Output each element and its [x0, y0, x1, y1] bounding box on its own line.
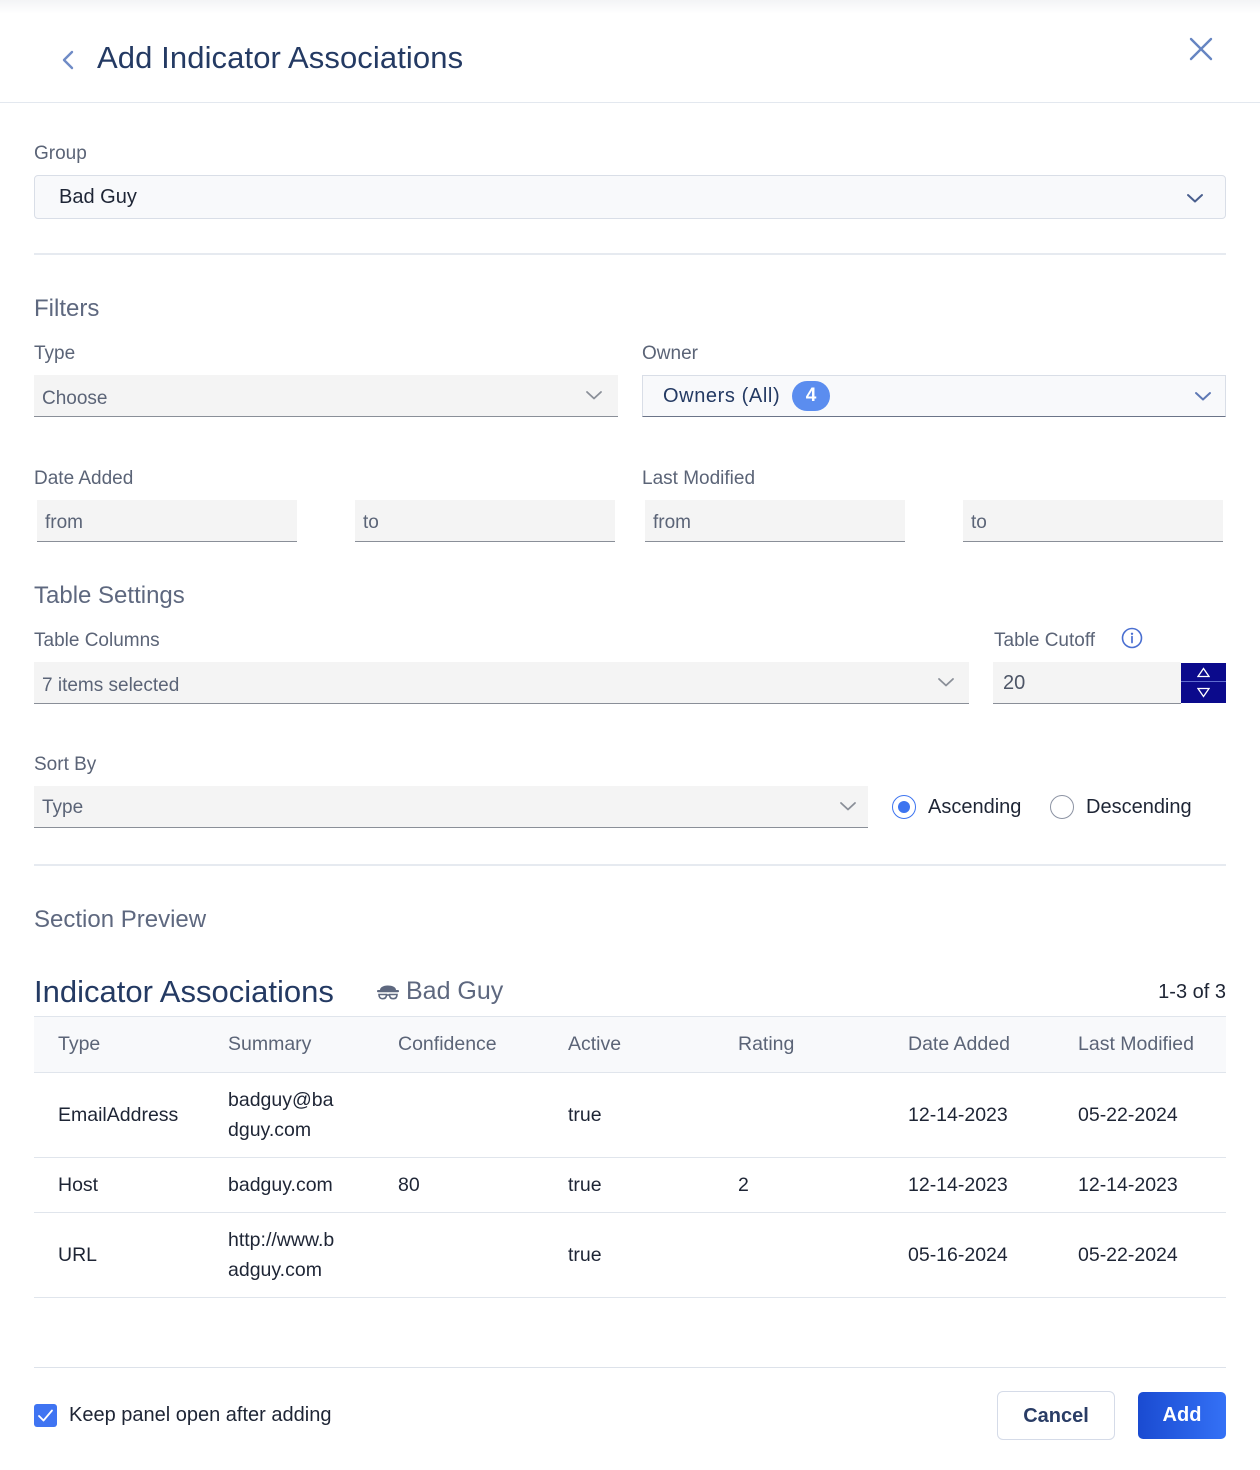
section-divider — [34, 253, 1226, 255]
preview-group-name: Bad Guy — [406, 977, 504, 1005]
column-header-summary[interactable]: Summary — [204, 1016, 374, 1073]
add-button[interactable]: Add — [1138, 1392, 1226, 1439]
date-added-from-placeholder: from — [45, 512, 83, 533]
column-header-confidence[interactable]: Confidence — [374, 1016, 544, 1073]
sort-by-value: Type — [42, 797, 84, 818]
column-header-last-modified[interactable]: Last Modified — [1054, 1016, 1226, 1073]
preview-table-title: Indicator Associations — [34, 974, 334, 1009]
cell-confidence — [374, 1072, 544, 1158]
table-columns-select[interactable]: 7 items selected — [34, 662, 969, 704]
cell-date-added: 12-14-2023 — [884, 1072, 1054, 1158]
section-divider — [34, 864, 1226, 866]
cancel-button[interactable]: Cancel — [997, 1391, 1115, 1440]
last-modified-label: Last Modified — [642, 468, 756, 489]
group-label: Group — [34, 143, 87, 164]
last-modified-from-input[interactable]: from — [645, 500, 905, 542]
table-columns-value: 7 items selected — [42, 675, 180, 696]
last-modified-from-placeholder: from — [653, 512, 691, 533]
sort-by-select[interactable]: Type — [34, 786, 868, 828]
spy-hat-icon — [377, 985, 399, 1000]
table-row[interactable]: URL http://www.badguy.com true 05-16-202… — [34, 1212, 1226, 1298]
cell-rating — [714, 1212, 884, 1298]
cell-active: true — [544, 1212, 714, 1298]
descending-radio[interactable] — [1050, 795, 1074, 819]
column-header-type[interactable]: Type — [34, 1016, 204, 1073]
panel-header: Add Indicator Associations — [0, 0, 1260, 103]
increment-button[interactable] — [1181, 663, 1226, 682]
date-added-label: Date Added — [34, 468, 134, 489]
owner-select-value: Owners (All) — [663, 385, 781, 407]
cell-summary: http://www.badguy.com — [204, 1212, 374, 1298]
last-modified-to-placeholder: to — [971, 512, 987, 533]
cell-type: Host — [34, 1157, 204, 1213]
column-header-rating[interactable]: Rating — [714, 1016, 884, 1073]
cell-type: URL — [34, 1212, 204, 1298]
cell-confidence — [374, 1212, 544, 1298]
cell-active: true — [544, 1072, 714, 1158]
cell-last-modified: 05-22-2024 — [1054, 1212, 1226, 1298]
ascending-label[interactable]: Ascending — [928, 796, 1021, 819]
pagination-info: 1-3 of 3 — [1158, 981, 1226, 1003]
sort-by-label: Sort By — [34, 754, 97, 775]
type-label: Type — [34, 343, 76, 364]
close-icon[interactable] — [1186, 34, 1216, 64]
cell-type: EmailAddress — [34, 1072, 204, 1158]
chevron-down-icon — [1187, 194, 1203, 203]
type-select[interactable]: Choose — [34, 375, 618, 417]
chevron-down-icon — [840, 802, 856, 811]
date-added-to-input[interactable]: to — [355, 500, 615, 542]
cell-summary: badguy@badguy.com — [204, 1072, 374, 1158]
date-added-to-placeholder: to — [363, 512, 379, 533]
group-select[interactable]: Bad Guy — [34, 175, 1226, 219]
date-added-from-input[interactable]: from — [37, 500, 297, 542]
table-row[interactable]: Host badguy.com 80 true 2 12-14-2023 12-… — [34, 1157, 1226, 1213]
table-header-row: Type Summary Confidence Active Rating Da… — [34, 1016, 1226, 1073]
descending-label[interactable]: Descending — [1086, 796, 1192, 819]
filters-title: Filters — [34, 295, 100, 322]
cell-last-modified: 12-14-2023 — [1054, 1157, 1226, 1213]
chevron-down-icon — [938, 678, 954, 687]
table-cutoff-label: Table Cutoff — [994, 630, 1096, 651]
info-icon[interactable] — [1121, 627, 1143, 649]
chevron-down-icon — [586, 391, 602, 400]
type-select-value: Choose — [42, 388, 108, 409]
table-cutoff-stepper[interactable] — [1181, 663, 1226, 703]
cell-confidence: 80 — [374, 1157, 544, 1213]
column-header-active[interactable]: Active — [544, 1016, 714, 1073]
keep-open-checkbox[interactable] — [34, 1404, 57, 1427]
footer-divider — [34, 1367, 1226, 1368]
owner-count-badge: 4 — [792, 381, 830, 411]
cell-last-modified: 05-22-2024 — [1054, 1072, 1226, 1158]
table-row[interactable]: EmailAddress badguy@badguy.com true 12-1… — [34, 1072, 1226, 1158]
table-cutoff-input[interactable]: 20 — [993, 662, 1181, 704]
panel-title: Add Indicator Associations — [97, 40, 464, 75]
table-columns-label: Table Columns — [34, 630, 160, 651]
group-select-value: Bad Guy — [59, 186, 137, 208]
triangle-down-icon — [1197, 687, 1210, 698]
cell-rating: 2 — [714, 1157, 884, 1213]
last-modified-to-input[interactable]: to — [963, 500, 1223, 542]
cell-date-added: 12-14-2023 — [884, 1157, 1054, 1213]
chevron-down-icon — [1195, 392, 1211, 401]
section-preview-title: Section Preview — [34, 906, 207, 933]
cell-summary: badguy.com — [204, 1157, 374, 1213]
cell-active: true — [544, 1157, 714, 1213]
ascending-radio[interactable] — [892, 795, 916, 819]
table-cutoff-value: 20 — [1003, 672, 1026, 694]
triangle-up-icon — [1197, 667, 1210, 678]
cell-rating — [714, 1072, 884, 1158]
keep-open-label[interactable]: Keep panel open after adding — [69, 1404, 331, 1427]
decrement-button[interactable] — [1181, 683, 1226, 702]
column-header-date-added[interactable]: Date Added — [884, 1016, 1054, 1073]
table-settings-title: Table Settings — [34, 582, 185, 609]
cell-date-added: 05-16-2024 — [884, 1212, 1054, 1298]
chevron-left-icon[interactable] — [56, 44, 80, 76]
checkmark-icon — [38, 1409, 53, 1422]
owner-label: Owner — [642, 343, 698, 364]
preview-table: Type Summary Confidence Active Rating Da… — [34, 1016, 1226, 1298]
owner-select[interactable]: Owners (All) 4 — [642, 375, 1226, 417]
